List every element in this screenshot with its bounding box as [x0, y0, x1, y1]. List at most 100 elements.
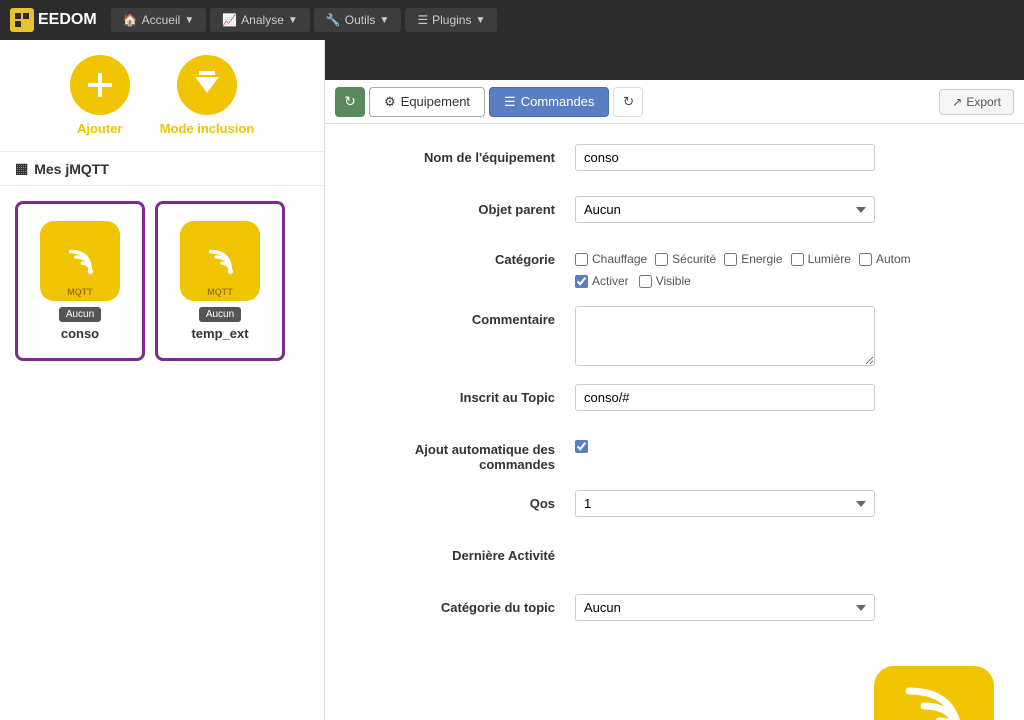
main-layout: Ajouter Mode inclusion ▦ Mes jMQTT [0, 40, 1024, 720]
cat-lumiere-check[interactable] [791, 253, 804, 266]
cat-securite: Sécurité [655, 252, 716, 266]
visible-item: Visible [639, 274, 691, 288]
bottom-icon-area: MQTT [355, 646, 994, 720]
cat-topic-label: Catégorie du topic [355, 594, 575, 615]
cat-energie-check[interactable] [724, 253, 737, 266]
commentaire-textarea[interactable] [575, 306, 875, 366]
cat-chauffage: Chauffage [575, 252, 647, 266]
plugins-icon: ☰ [417, 13, 428, 27]
reload-button[interactable]: ↻ [613, 87, 643, 117]
temp-ext-badge: Aucun [199, 307, 241, 322]
top-navbar: EEDOM 🏠 Accueil ▼ 📈 Analyse ▼ 🔧 Outils ▼… [0, 0, 1024, 40]
mode-inclusion-label: Mode inclusion [160, 121, 255, 136]
conso-badge: Aucun [59, 307, 101, 322]
outils-icon: 🔧 [326, 13, 341, 27]
commentaire-label: Commentaire [355, 306, 575, 327]
cat-energie-label: Energie [741, 252, 782, 266]
visible-label: Visible [656, 274, 691, 288]
tab-equipement[interactable]: ⚙ Equipement [369, 87, 485, 117]
qos-label: Qos [355, 490, 575, 511]
analyse-button[interactable]: 📈 Analyse ▼ [210, 8, 310, 32]
ajout-auto-label: Ajout automatique des commandes [355, 436, 575, 472]
brand-logo: EEDOM [10, 8, 97, 32]
conso-mqtt-label: MQTT [67, 287, 93, 297]
activer-check[interactable] [575, 275, 588, 288]
grid-icon: ▦ [15, 160, 28, 177]
activer-item: Activer [575, 274, 629, 288]
categories-checkboxes: Chauffage Sécurité Energie Lumière [575, 248, 994, 266]
export-button[interactable]: ↗ Export [939, 89, 1014, 115]
outils-button[interactable]: 🔧 Outils ▼ [314, 8, 402, 32]
cat-securite-check[interactable] [655, 253, 668, 266]
add-icon-circle [70, 55, 130, 115]
add-label: Ajouter [77, 121, 123, 136]
device-icon-temp-ext: MQTT [180, 221, 260, 301]
brand-name: EEDOM [38, 11, 97, 29]
commandes-icon: ☰ [504, 94, 516, 110]
topic-label: Inscrit au Topic [355, 384, 575, 405]
accueil-caret: ▼ [184, 15, 194, 26]
device-icon-conso: MQTT [40, 221, 120, 301]
right-panel: ↻ ⚙ Equipement ☰ Commandes ↻ ↗ Export No… [325, 40, 1024, 720]
topic-input[interactable] [575, 384, 875, 411]
topic-row: Inscrit au Topic [355, 384, 994, 418]
cat-energie: Energie [724, 252, 782, 266]
objet-parent-label: Objet parent [355, 196, 575, 217]
visible-check[interactable] [639, 275, 652, 288]
objet-parent-select[interactable]: Aucun [575, 196, 875, 223]
sidebar-section-title: ▦ Mes jMQTT [0, 152, 324, 186]
accueil-button[interactable]: 🏠 Accueil ▼ [111, 8, 207, 32]
logo-icon [10, 8, 34, 32]
activer-visible-row: Activer Visible [575, 274, 994, 288]
refresh-button[interactable]: ↻ [335, 87, 365, 117]
ajout-auto-check-wrap [575, 436, 588, 456]
analyse-icon: 📈 [222, 13, 237, 27]
device-card-conso[interactable]: MQTT Aucun conso [15, 201, 145, 361]
temp-ext-mqtt-label: MQTT [207, 287, 233, 297]
cat-chauffage-label: Chauffage [592, 252, 647, 266]
sub-navbar [325, 40, 1024, 80]
device-grid: MQTT Aucun conso MQTT Aucun [0, 186, 324, 376]
mqtt-big-icon: MQTT [874, 666, 994, 720]
export-icon: ↗ [952, 95, 962, 109]
derniere-activite-row: Dernière Activité [355, 542, 994, 576]
tab-commandes[interactable]: ☰ Commandes [489, 87, 609, 117]
section-title-text: Mes jMQTT [34, 161, 109, 177]
sidebar: Ajouter Mode inclusion ▦ Mes jMQTT [0, 40, 325, 720]
device-card-temp-ext[interactable]: MQTT Aucun temp_ext [155, 201, 285, 361]
objet-parent-row: Objet parent Aucun [355, 196, 994, 230]
add-action[interactable]: Ajouter [70, 55, 130, 136]
mode-inclusion-icon-circle [177, 55, 237, 115]
cat-autom-check[interactable] [859, 253, 872, 266]
analyse-caret: ▼ [288, 15, 298, 26]
cat-chauffage-check[interactable] [575, 253, 588, 266]
categorie-row: Catégorie Chauffage Sécurité [355, 248, 994, 288]
equipement-icon: ⚙ [384, 94, 396, 110]
cat-autom-label: Autom [876, 252, 911, 266]
categorie-content: Chauffage Sécurité Energie Lumière [575, 248, 994, 288]
cat-lumiere-label: Lumière [808, 252, 851, 266]
cat-autom: Autom [859, 252, 911, 266]
form-area: Nom de l'équipement Objet parent Aucun C… [325, 124, 1024, 720]
cat-topic-select[interactable]: Aucun [575, 594, 875, 621]
activer-label: Activer [592, 274, 629, 288]
cat-securite-label: Sécurité [672, 252, 716, 266]
sidebar-actions: Ajouter Mode inclusion [0, 40, 324, 152]
plugins-caret: ▼ [475, 15, 485, 26]
cat-lumiere: Lumière [791, 252, 851, 266]
categorie-label: Catégorie [355, 248, 575, 267]
qos-select[interactable]: 1 0 2 [575, 490, 875, 517]
mode-inclusion-action[interactable]: Mode inclusion [160, 55, 255, 136]
commentaire-row: Commentaire [355, 306, 994, 366]
ajout-auto-check[interactable] [575, 440, 588, 453]
plugins-button[interactable]: ☰ Plugins ▼ [405, 8, 497, 32]
qos-row: Qos 1 0 2 [355, 490, 994, 524]
nom-input[interactable] [575, 144, 875, 171]
derniere-activite-label: Dernière Activité [355, 542, 575, 563]
cat-topic-row: Catégorie du topic Aucun [355, 594, 994, 628]
ajout-auto-row: Ajout automatique des commandes [355, 436, 994, 472]
tabs-bar: ↻ ⚙ Equipement ☰ Commandes ↻ ↗ Export [325, 80, 1024, 124]
temp-ext-name: temp_ext [191, 326, 248, 341]
conso-name: conso [61, 326, 99, 341]
outils-caret: ▼ [379, 15, 389, 26]
